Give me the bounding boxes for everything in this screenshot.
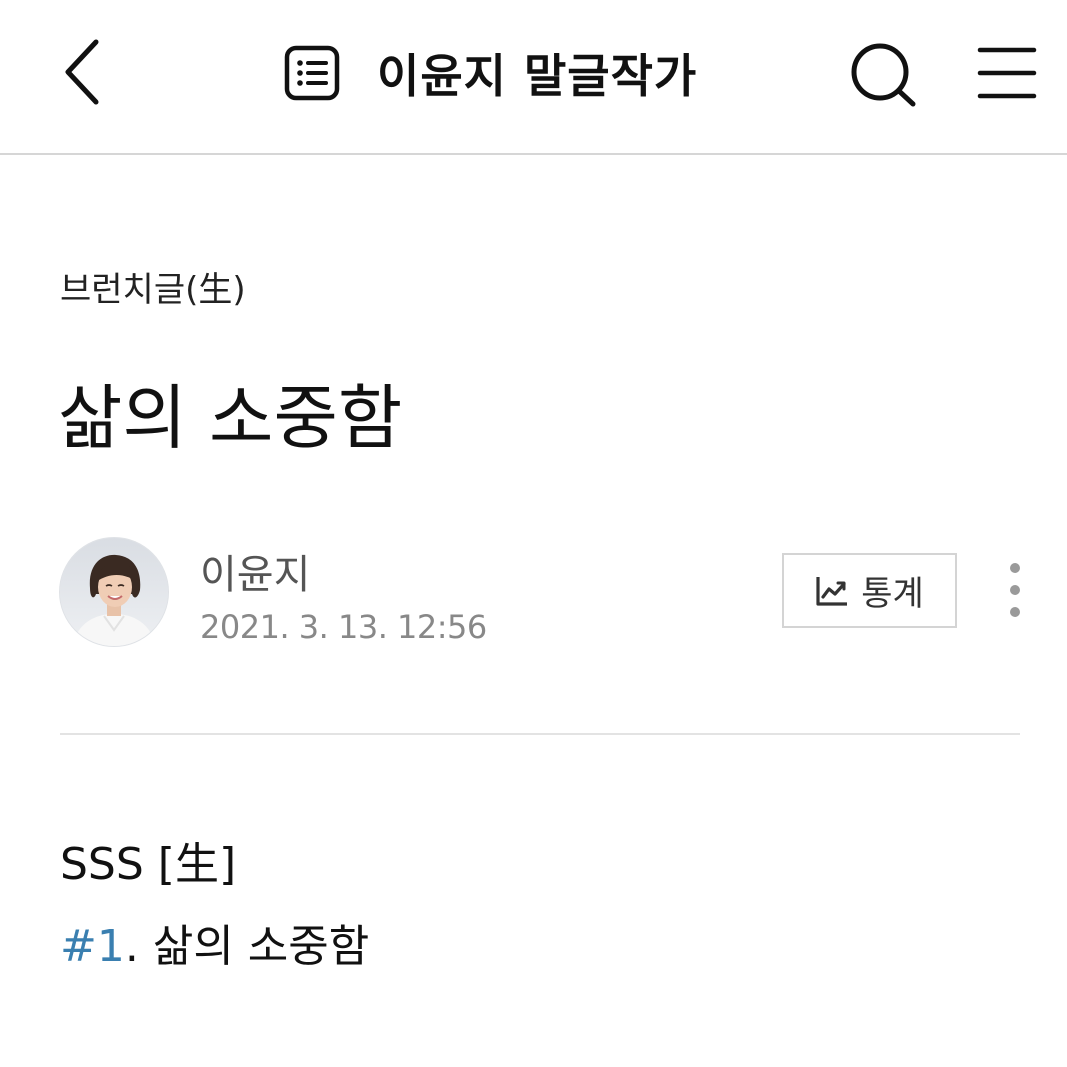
stats-label: 통계	[861, 574, 924, 614]
magazine-header[interactable]: 이윤지 말글작가	[283, 42, 697, 104]
article-title: 삶의 소중함	[58, 377, 403, 459]
stats-button[interactable]: 통계	[782, 553, 957, 628]
article-category[interactable]: 브런치글(生)	[60, 262, 246, 311]
post-date: 2021. 3. 13. 12:56	[200, 608, 487, 646]
content-divider	[60, 733, 1020, 735]
episode-line: #1. 삶의 소중함	[60, 910, 369, 974]
trend-chart-icon	[816, 576, 848, 606]
episode-text: . 삶의 소중함	[124, 921, 370, 972]
hamburger-menu-icon[interactable]	[976, 44, 1038, 102]
episode-hashtag-link[interactable]: #1	[60, 921, 125, 972]
list-icon	[284, 45, 340, 101]
vertical-dots-icon[interactable]	[1000, 560, 1030, 620]
avatar-image	[60, 538, 168, 646]
series-label: SSS [生]	[60, 839, 237, 890]
back-chevron-icon[interactable]	[52, 32, 122, 112]
author-name[interactable]: 이윤지	[200, 542, 310, 600]
author-avatar[interactable]	[60, 538, 168, 646]
top-header: 이윤지 말글작가	[0, 0, 1067, 155]
magazine-title[interactable]: 이윤지 말글작가	[377, 40, 697, 106]
search-icon[interactable]	[848, 40, 920, 110]
